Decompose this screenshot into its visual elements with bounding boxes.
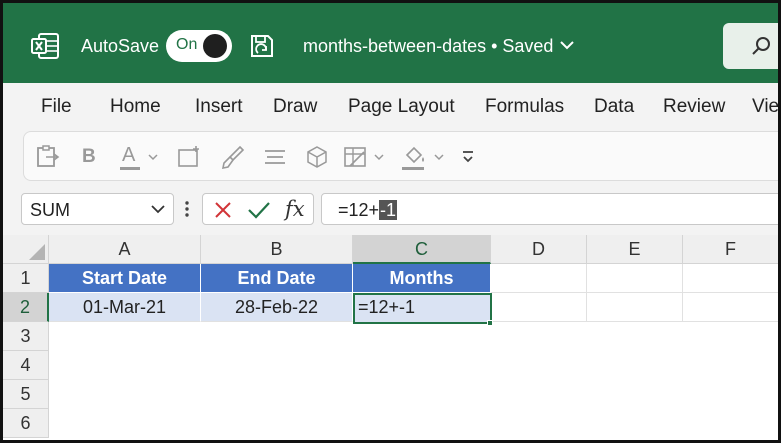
fill-handle[interactable] (487, 320, 493, 326)
chevron-down-icon (151, 205, 165, 214)
row-header-1[interactable]: 1 (3, 264, 49, 293)
cell-c2-value: =12+-1 (358, 297, 416, 317)
menu-page-layout[interactable]: Page Layout (348, 96, 455, 118)
excel-window: AutoSave On months-between-dates • Saved… (0, 0, 781, 443)
font-color-label: A (122, 144, 136, 166)
table-format-icon[interactable] (342, 144, 384, 170)
table-icon (344, 147, 366, 167)
column-header-f[interactable]: F (683, 235, 778, 264)
save-icon[interactable] (249, 33, 275, 59)
menu-draw[interactable]: Draw (273, 96, 317, 118)
paste-icon[interactable] (34, 144, 60, 170)
menu-data[interactable]: Data (594, 96, 634, 118)
column-header-d[interactable]: D (491, 235, 587, 264)
cell-a2[interactable]: 01-Mar-21 (49, 293, 201, 322)
paint-bucket-icon (405, 146, 424, 164)
ribbon: B A (3, 127, 778, 189)
fill-color-bar (402, 167, 424, 170)
select-all-triangle-icon (29, 244, 45, 260)
column-header-c[interactable]: C (353, 235, 491, 264)
fill-color-icon[interactable] (402, 144, 446, 170)
row-header-4[interactable]: 4 (3, 351, 49, 380)
column-header-a[interactable]: A (49, 235, 201, 264)
name-box[interactable]: SUM (21, 193, 174, 225)
cell-b1[interactable]: End Date (201, 264, 353, 293)
cell-a1[interactable]: Start Date (49, 264, 201, 293)
align-icon[interactable] (262, 144, 288, 170)
menu-bar: File Home Insert Draw Page Layout Formul… (3, 83, 778, 127)
cancel-icon[interactable] (213, 200, 233, 220)
vertical-dots-icon[interactable] (184, 199, 190, 219)
menu-review[interactable]: Review (663, 96, 725, 118)
formula-prefix: =12+ (338, 200, 380, 220)
search-icon (752, 37, 770, 55)
autosave-state: On (176, 36, 198, 53)
menu-insert[interactable]: Insert (195, 96, 243, 118)
cell-d1[interactable] (491, 264, 587, 293)
spreadsheet-grid: A B C D E F 1 2 3 4 5 6 Start Date End D… (3, 235, 778, 440)
menu-file[interactable]: File (41, 96, 72, 118)
column-header-e[interactable]: E (587, 235, 683, 264)
formula-buttons: fx (202, 193, 314, 225)
search-box[interactable] (723, 23, 778, 69)
title-bar: AutoSave On months-between-dates • Saved (3, 3, 778, 83)
font-color-icon[interactable]: A (120, 144, 162, 170)
row-header-3[interactable]: 3 (3, 322, 49, 351)
cell-f1[interactable] (683, 264, 778, 293)
select-all-button[interactable] (3, 235, 49, 264)
row-header-5[interactable]: 5 (3, 380, 49, 409)
menu-formulas[interactable]: Formulas (485, 96, 564, 118)
chevron-down-icon (434, 154, 444, 161)
cell-d2[interactable] (491, 293, 587, 322)
cube-icon[interactable] (304, 144, 330, 170)
row-header-2[interactable]: 2 (3, 293, 49, 322)
active-cell-c2[interactable]: =12+-1 (353, 293, 492, 324)
autosave-toggle[interactable]: On (166, 30, 232, 62)
bold-icon[interactable]: B (82, 146, 108, 172)
formula-input[interactable]: =12+-1 (321, 193, 778, 225)
insert-function-button[interactable]: fx (285, 197, 305, 221)
cell-e2[interactable] (587, 293, 683, 322)
formula-text: =12+-1 (338, 200, 398, 221)
more-icon[interactable] (460, 144, 476, 170)
cell-f2[interactable] (683, 293, 778, 322)
excel-logo-icon (31, 33, 59, 59)
cell-e1[interactable] (587, 264, 683, 293)
cell-c1[interactable]: Months (353, 264, 491, 293)
font-color-bar (120, 167, 140, 170)
enter-check-icon[interactable] (247, 200, 271, 220)
ribbon-toolbar: B A (23, 131, 778, 181)
cell-b2[interactable]: 28-Feb-22 (201, 293, 353, 322)
borders-icon[interactable] (176, 144, 202, 170)
name-box-value: SUM (30, 200, 70, 220)
autosave-label: AutoSave (81, 36, 160, 56)
chevron-down-icon[interactable] (559, 39, 575, 51)
format-painter-icon[interactable] (220, 144, 246, 170)
row-header-6[interactable]: 6 (3, 409, 49, 438)
chevron-down-icon (148, 154, 158, 161)
menu-home[interactable]: Home (110, 96, 161, 118)
document-title[interactable]: months-between-dates • Saved (303, 36, 553, 57)
menu-view[interactable]: Vie (752, 96, 778, 118)
chevron-down-icon (374, 154, 384, 161)
formula-selection: -1 (379, 200, 398, 220)
formula-bar: SUM fx =12+-1 (3, 189, 778, 235)
toggle-knob (203, 34, 227, 58)
column-header-b[interactable]: B (201, 235, 353, 264)
